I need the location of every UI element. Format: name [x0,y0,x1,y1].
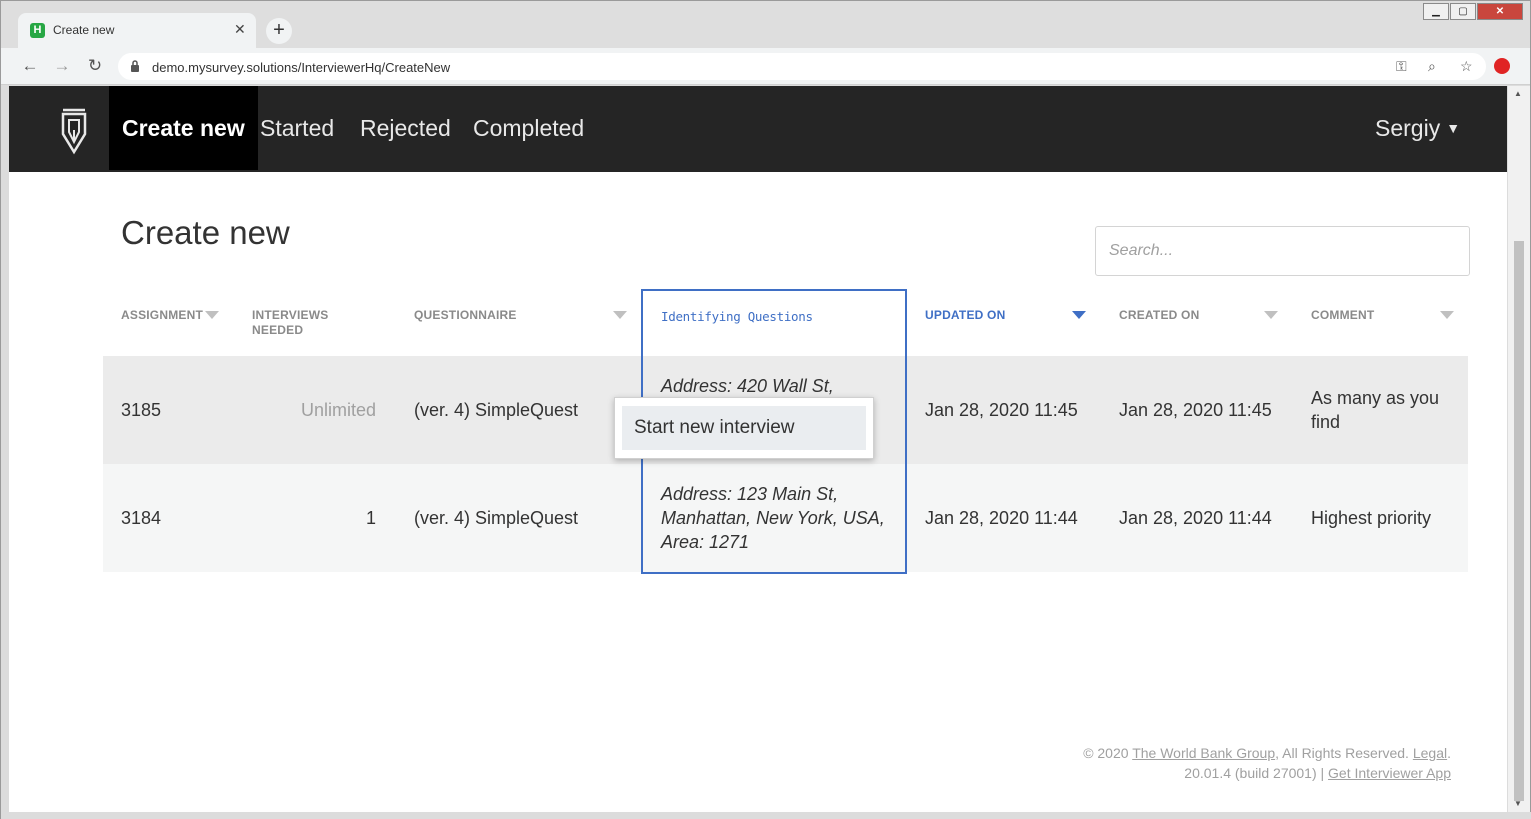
sort-caret-icon[interactable] [205,311,219,319]
nav-create-new[interactable]: Create new [109,86,258,170]
cell-updated-on: Jan 28, 2020 11:44 [925,508,1078,528]
cell-questionnaire: (ver. 4) SimpleQuest [414,508,579,528]
column-header-questionnaire[interactable]: QUESTIONNAIRE [414,308,517,323]
comment-line: find [1311,412,1341,432]
favicon-icon: H [30,23,45,38]
minimize-icon[interactable]: ▁ [1423,3,1449,20]
zoom-icon[interactable]: ⌕ [1428,58,1436,75]
table-row[interactable]: 3184 1 (ver. 4) SimpleQuest Address: 123… [103,464,1468,572]
cell-created-on: Jan 28, 2020 11:44 [1119,508,1272,528]
cell-interviews-needed: Unlimited [300,400,376,420]
extension-icon[interactable] [1494,58,1510,74]
maximize-icon[interactable]: ▢ [1450,3,1476,20]
start-new-interview-menu-item[interactable]: Start new interview [622,406,866,450]
window-close-icon[interactable]: ✕ [1477,3,1523,20]
address-bar[interactable]: demo.mysurvey.solutions/InterviewerHq/Cr… [117,52,1487,81]
survey-solutions-logo-icon[interactable] [59,104,89,156]
footer-copyright: © 2020 The World Bank Group, All Rights … [1083,745,1451,761]
sort-caret-active-icon[interactable] [1072,311,1086,319]
identifying-line: Address: 123 Main St, [661,484,839,504]
sort-caret-icon[interactable] [613,311,627,319]
comment-line: As many as you [1311,388,1440,408]
column-header-assignment[interactable]: ASSIGNMENT [121,308,203,323]
sort-caret-icon[interactable] [1264,311,1278,319]
footer-version: 20.01.4 (build 27001) | Get Interviewer … [1184,765,1451,781]
column-header-interviews-needed[interactable]: INTERVIEWS NEEDED [252,308,328,338]
page-viewport: Create new Started Rejected Completed Se… [9,86,1507,812]
forward-icon[interactable]: → [51,55,73,77]
new-tab-icon[interactable]: + [266,18,292,44]
cell-updated-on: Jan 28, 2020 11:45 [925,400,1078,420]
column-header-line: NEEDED [252,323,304,337]
tab-title: Create new [53,23,115,37]
get-interviewer-app-link[interactable]: Get Interviewer App [1328,765,1451,781]
column-header-updated-on[interactable]: UPDATED ON [925,308,1005,323]
nav-started[interactable]: Started [247,86,347,170]
scroll-up-icon[interactable]: ▲ [1514,89,1522,98]
column-header-identifying-questions[interactable]: Identifying Questions [661,309,813,324]
url-text: demo.mysurvey.solutions/InterviewerHq/Cr… [152,60,451,75]
legal-link[interactable]: Legal [1413,745,1447,761]
cell-identifying: Address: 420 Wall St, [661,376,834,396]
scroll-down-icon[interactable]: ▼ [1514,799,1522,808]
identifying-line: Manhattan, New York, USA, [661,508,885,528]
cell-created-on: Jan 28, 2020 11:45 [1119,400,1272,420]
reload-icon[interactable]: ↻ [84,55,106,77]
cell-comment: As many as you find [1311,386,1439,434]
cell-questionnaire: (ver. 4) SimpleQuest [414,400,579,420]
nav-rejected[interactable]: Rejected [347,86,464,170]
browser-tab[interactable]: H Create new ✕ [18,13,256,48]
world-bank-link[interactable]: The World Bank Group [1132,745,1275,761]
column-header-comment[interactable]: COMMENT [1311,308,1374,323]
sort-caret-icon[interactable] [1440,311,1454,319]
title-bar: H Create new ✕ + ▁ ▢ ✕ [1,1,1530,48]
tab-close-icon[interactable]: ✕ [234,21,246,38]
vertical-scrollbar[interactable]: ▲ ▼ [1508,86,1530,812]
column-header-created-on[interactable]: CREATED ON [1119,308,1199,323]
cell-interviews-needed: 1 [365,508,376,528]
scroll-thumb[interactable] [1514,241,1524,801]
cell-assignment: 3185 [121,400,162,420]
row-context-menu: Start new interview [614,397,874,459]
cell-comment: Highest priority [1311,508,1432,528]
nav-completed[interactable]: Completed [460,86,597,170]
star-icon[interactable]: ☆ [1460,58,1473,75]
search-input[interactable] [1095,226,1470,276]
back-icon[interactable]: ← [19,55,41,77]
user-name: Sergiy [1375,115,1441,141]
caret-down-icon: ▼ [1446,120,1461,136]
app-navbar: Create new Started Rejected Completed Se… [9,86,1507,172]
browser-window: H Create new ✕ + ▁ ▢ ✕ ← → ↻ demo.mysurv… [0,0,1531,819]
column-header-line: INTERVIEWS [252,308,329,322]
identifying-line: Area: 1271 [661,532,750,552]
page-title: Create new [121,214,290,251]
cell-identifying: Address: 123 Main St, Manhattan, New Yor… [661,482,885,554]
key-icon[interactable]: ⚿ [1396,58,1407,75]
browser-toolbar: ← → ↻ demo.mysurvey.solutions/Interviewe… [1,48,1530,85]
page-footer: © 2020 The World Bank Group, All Rights … [1083,743,1451,783]
user-menu[interactable]: Sergiy ▼ [1375,86,1460,170]
lock-icon [131,60,139,72]
cell-assignment: 3184 [121,508,162,528]
